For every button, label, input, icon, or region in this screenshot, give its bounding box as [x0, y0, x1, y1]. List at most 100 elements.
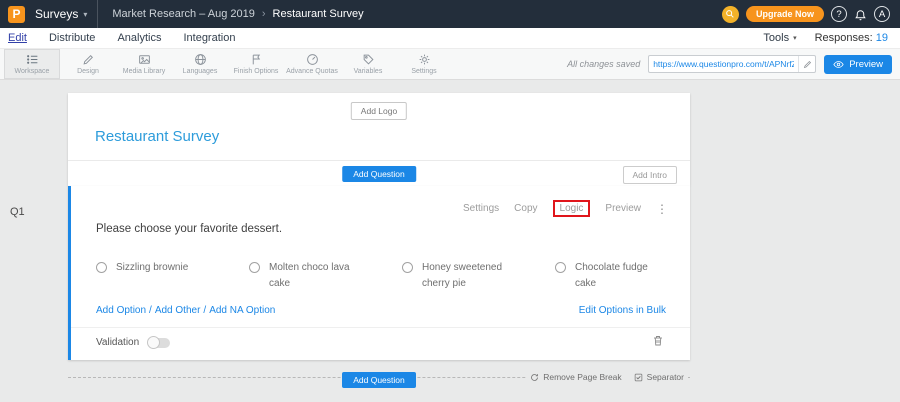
separator-toggle[interactable]: Separator [634, 372, 684, 382]
breadcrumb-parent[interactable]: Market Research – Aug 2019 [112, 8, 254, 20]
answer-option-label[interactable]: Sizzling brownie [116, 260, 188, 276]
answer-option-label[interactable]: Honey sweetened cherry pie [422, 260, 517, 292]
more-options-icon[interactable]: ⋮ [656, 202, 668, 216]
add-option-link[interactable]: Add Option [96, 305, 146, 316]
validation-toggle[interactable] [148, 338, 170, 348]
workspace-icon [26, 53, 39, 66]
help-button[interactable]: ? [831, 6, 847, 22]
pencil-icon [803, 60, 812, 69]
survey-header-card: Add Logo Restaurant Survey Add Question … [68, 93, 690, 186]
answer-option: Chocolate fudge cake [555, 260, 708, 292]
languages-icon [194, 53, 207, 66]
link-separator: / [203, 305, 206, 316]
questionpro-logo[interactable]: P [8, 6, 25, 23]
surveys-menu-label: Surveys [35, 7, 78, 21]
account-button[interactable]: A [874, 6, 890, 22]
search-button[interactable] [722, 6, 739, 23]
question-text[interactable]: Please choose your favorite dessert. [96, 223, 282, 235]
toolbar-item-variables[interactable]: Variables [340, 49, 396, 79]
toolbar-item-finish-options[interactable]: Finish Options [228, 49, 284, 79]
add-question-button-top[interactable]: Add Question [342, 166, 416, 182]
tab-distribute[interactable]: Distribute [49, 32, 95, 44]
chevron-down-icon: ▾ [83, 10, 87, 19]
add-intro-button[interactable]: Add Intro [623, 166, 678, 184]
edit-url-button[interactable] [798, 56, 815, 72]
radio-button[interactable] [402, 262, 413, 273]
toolbar-item-languages[interactable]: Languages [172, 49, 228, 79]
radio-button[interactable] [249, 262, 260, 273]
link-separator: / [149, 305, 152, 316]
breadcrumb-current: Restaurant Survey [273, 8, 364, 20]
answer-option-label[interactable]: Chocolate fudge cake [575, 260, 670, 292]
nav-right: Tools ▾ Responses: 19 [763, 32, 888, 44]
option-links: Add Option/Add Other/Add NA Option [96, 305, 275, 316]
delete-question-button[interactable] [652, 334, 664, 352]
toolbar-item-advance-quotas[interactable]: Advance Quotas [284, 49, 340, 79]
toolbar-item-media-library[interactable]: Media Library [116, 49, 172, 79]
answer-option: Molten choco lava cake [249, 260, 402, 292]
page-break-controls: Remove Page Break Separator [526, 372, 688, 382]
survey-url-box [648, 55, 816, 73]
responses-link[interactable]: Responses: 19 [815, 32, 888, 44]
tab-integration[interactable]: Integration [183, 32, 235, 44]
toolbar-item-label: Design [77, 68, 99, 75]
logo-letter: P [12, 7, 20, 21]
surveys-menu[interactable]: Surveys ▾ [35, 7, 87, 21]
question-number: Q1 [10, 206, 25, 218]
tools-label: Tools [763, 32, 789, 44]
responses-label: Responses: [815, 32, 873, 44]
answer-option-label[interactable]: Molten choco lava cake [269, 260, 364, 292]
edit-options-in-bulk-link[interactable]: Edit Options in Bulk [579, 305, 666, 316]
toolbar-item-design[interactable]: Design [60, 49, 116, 79]
question-preview-link[interactable]: Preview [605, 203, 641, 214]
refresh-icon [530, 373, 539, 382]
bell-icon [854, 8, 867, 21]
toolbar-right: All changes saved Preview [567, 49, 892, 79]
toolbar-item-workspace[interactable]: Workspace [4, 49, 60, 79]
save-status: All changes saved [567, 59, 640, 69]
preview-button[interactable]: Preview [824, 55, 892, 74]
tab-analytics[interactable]: Analytics [117, 32, 161, 44]
variables-icon [362, 53, 375, 66]
add-logo-button[interactable]: Add Logo [351, 102, 407, 120]
toolbar-item-label: Workspace [15, 68, 50, 75]
add-other-link[interactable]: Add Other [155, 305, 201, 316]
breadcrumb: Market Research – Aug 2019 › Restaurant … [97, 0, 363, 28]
radio-button[interactable] [96, 262, 107, 273]
separator-label: Separator [647, 372, 684, 382]
workspace-canvas: Q1 Add Logo Restaurant Survey Add Questi… [0, 80, 900, 402]
question-settings-link[interactable]: Settings [463, 203, 499, 214]
toolbar-item-settings[interactable]: Settings [396, 49, 452, 79]
trash-icon [652, 334, 664, 347]
remove-page-break-link[interactable]: Remove Page Break [530, 372, 621, 382]
add-question-button-bottom[interactable]: Add Question [342, 372, 416, 388]
add-na-option-link[interactable]: Add NA Option [209, 305, 275, 316]
chevron-down-icon: ▾ [793, 34, 797, 42]
survey-title[interactable]: Restaurant Survey [95, 128, 219, 145]
remove-page-break-label: Remove Page Break [543, 372, 621, 382]
checkbox-checked-icon [634, 373, 643, 382]
advance-quotas-icon [306, 53, 319, 66]
upgrade-now-button[interactable]: Upgrade Now [746, 6, 824, 22]
tools-menu[interactable]: Tools ▾ [763, 32, 796, 44]
tab-edit[interactable]: Edit [8, 32, 27, 44]
search-icon [725, 9, 735, 19]
answer-options: Sizzling brownie Molten choco lava cake … [96, 260, 708, 292]
radio-button[interactable] [555, 262, 566, 273]
question-card: Settings Copy Logic Preview ⋮ Please cho… [68, 186, 690, 360]
survey-url-input[interactable] [649, 59, 798, 69]
toolbar-item-label: Finish Options [234, 68, 279, 75]
eye-icon [833, 59, 844, 70]
divider [71, 327, 690, 328]
validation-label: Validation [96, 337, 139, 348]
question-logic-link[interactable]: Logic [553, 200, 591, 217]
question-copy-link[interactable]: Copy [514, 203, 537, 214]
divider [68, 160, 690, 161]
nav-tabs: Edit Distribute Analytics Integration To… [0, 28, 900, 49]
topbar: P Surveys ▾ Market Research – Aug 2019 ›… [0, 0, 900, 28]
toolbar-item-label: Settings [411, 68, 436, 75]
toggle-knob [147, 336, 160, 349]
notifications-button[interactable] [854, 8, 867, 21]
topbar-actions: Upgrade Now ? A [722, 6, 890, 23]
toolbar-item-label: Variables [354, 68, 383, 75]
